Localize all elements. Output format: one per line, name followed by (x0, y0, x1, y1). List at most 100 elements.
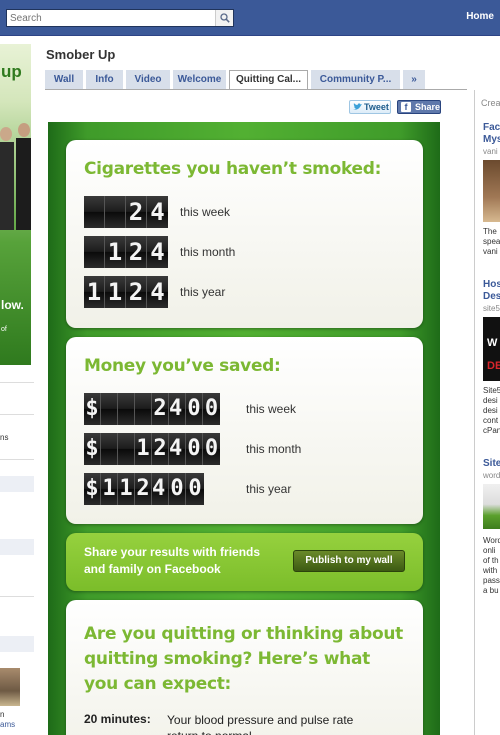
flip-counter: 2 4 (84, 196, 168, 228)
tweet-button[interactable]: Tweet (349, 100, 391, 114)
tab-welcome[interactable]: Welcome (173, 70, 226, 90)
tab-divider (45, 89, 467, 90)
twitter-bird-icon (353, 103, 362, 110)
counter-digit: 0 (186, 393, 203, 425)
ad-text: desi (483, 396, 498, 405)
ad-text: pass (483, 576, 500, 585)
tab-video[interactable]: Video (126, 70, 170, 90)
left-section-header (0, 636, 34, 652)
left-link[interactable]: ams (0, 720, 15, 729)
counter-digit: 0 (186, 473, 204, 505)
ad-source: vani (483, 147, 498, 156)
share-button[interactable]: f Share (397, 100, 441, 114)
friend-thumbnail[interactable] (0, 668, 20, 706)
cigarettes-title: Cigarettes you haven’t smoked: (84, 159, 382, 179)
profile-people-image (0, 123, 31, 230)
counter-digit: 2 (126, 236, 147, 268)
ad-title[interactable]: Mys (483, 134, 500, 146)
left-section-header (0, 476, 34, 492)
counter-label: this week (246, 402, 297, 416)
expectations-title: Are you quitting or thinking about quitt… (84, 624, 403, 694)
page-title: Smober Up (46, 47, 116, 62)
expectations-panel: Are you quitting or thinking about quitt… (66, 600, 423, 735)
counter-digit: 1 (118, 473, 135, 505)
ad-text: desi (483, 406, 498, 415)
flip-counter: $ 2 4. 0 0 (84, 393, 220, 425)
tab-wall[interactable]: Wall (45, 70, 83, 90)
divider (0, 414, 34, 415)
tweet-label: Tweet (364, 102, 389, 112)
counter-digit: 0 (186, 433, 203, 465)
tab-quitting-calculator[interactable]: Quitting Cal... (229, 70, 308, 90)
counter-digit: 1 (101, 473, 118, 505)
ad-title[interactable]: Hos (483, 279, 500, 291)
right-column-ads: Crea Face Mys vani The spea vani Hos Des… (474, 90, 500, 735)
flip-counter: $ 1 1 2 4. 0 0 (84, 473, 204, 505)
counter-digit: 2 (152, 433, 169, 465)
counter-digit: 2 (135, 473, 152, 505)
home-link[interactable]: Home (466, 11, 494, 22)
tab-info[interactable]: Info (86, 70, 123, 90)
money-title: Money you’ve saved: (84, 356, 281, 376)
profile-picture[interactable]: up low. of (0, 44, 31, 365)
ad-text: cont (483, 416, 499, 425)
counter-digit (118, 433, 135, 465)
counter-label: this week (180, 205, 231, 219)
counter-digit: 2 (126, 276, 147, 308)
counter-digit: 1 (135, 433, 152, 465)
search-button[interactable] (215, 10, 233, 26)
share-results-panel: Share your results with friends and fami… (66, 533, 423, 591)
ad-text: Site5 (483, 386, 500, 395)
left-section-header (0, 539, 34, 555)
counter-digit (135, 393, 152, 425)
divider (0, 382, 34, 383)
flip-counter: 1 1 2 4 (84, 276, 168, 308)
counter-label: this year (246, 482, 292, 496)
ad-text: The (483, 227, 497, 236)
flip-counter: 1 2 4 (84, 236, 168, 268)
search-input[interactable] (7, 10, 217, 26)
milestone-description: Your blood pressure and pulse rate retur… (167, 713, 354, 735)
counter-digit: 2 (152, 393, 169, 425)
share-results-text: Share your results with friends and fami… (84, 545, 261, 576)
counter-digit: 1 (84, 276, 105, 308)
ad-image[interactable]: W DE (483, 317, 500, 381)
counter-digit: 4 (147, 276, 168, 308)
counter-digit: 0 (203, 393, 220, 425)
counter-label: this month (180, 245, 236, 259)
counter-digit: $ (84, 473, 101, 505)
counter-digit: 2 (126, 196, 147, 228)
profile-small-text: of (1, 326, 7, 333)
tab-more[interactable]: » (403, 70, 425, 90)
facebook-f-icon: f (401, 102, 411, 112)
counter-digit (105, 196, 126, 228)
left-text: n (0, 710, 5, 719)
tab-community-pages[interactable]: Community P... (311, 70, 400, 90)
ad-text: Word (483, 536, 500, 545)
ad-text: cPan (483, 426, 500, 435)
ad-text: onli (483, 546, 496, 555)
counter-digit: 0 (169, 473, 186, 505)
ad-image[interactable] (483, 484, 500, 529)
ad-text: with (483, 566, 498, 575)
ad-title[interactable]: Face (483, 122, 500, 134)
left-column: up low. of ns n ams (0, 36, 34, 735)
ad-title[interactable]: Des (483, 291, 500, 303)
profile-slogan: low. (1, 298, 24, 312)
left-text: ns (0, 433, 9, 442)
counter-digit: 4 (147, 196, 168, 228)
counter-digit: 4. (169, 433, 196, 465)
counter-digit: $ (84, 433, 101, 465)
search-box[interactable] (6, 9, 234, 27)
top-bar: Home (0, 0, 500, 36)
publish-to-wall-button[interactable]: Publish to my wall (293, 550, 405, 572)
ad-title[interactable]: Site (483, 458, 500, 470)
ad-image[interactable] (483, 160, 500, 222)
counter-digit: 1 (105, 276, 126, 308)
ads-header: Crea (481, 98, 500, 108)
flip-counter: $ 1 2 4. 0 0 (84, 433, 220, 465)
counter-digit (84, 196, 105, 228)
counter-digit (118, 393, 135, 425)
counter-label: this month (246, 442, 302, 456)
profile-logo-text: up (1, 62, 22, 81)
